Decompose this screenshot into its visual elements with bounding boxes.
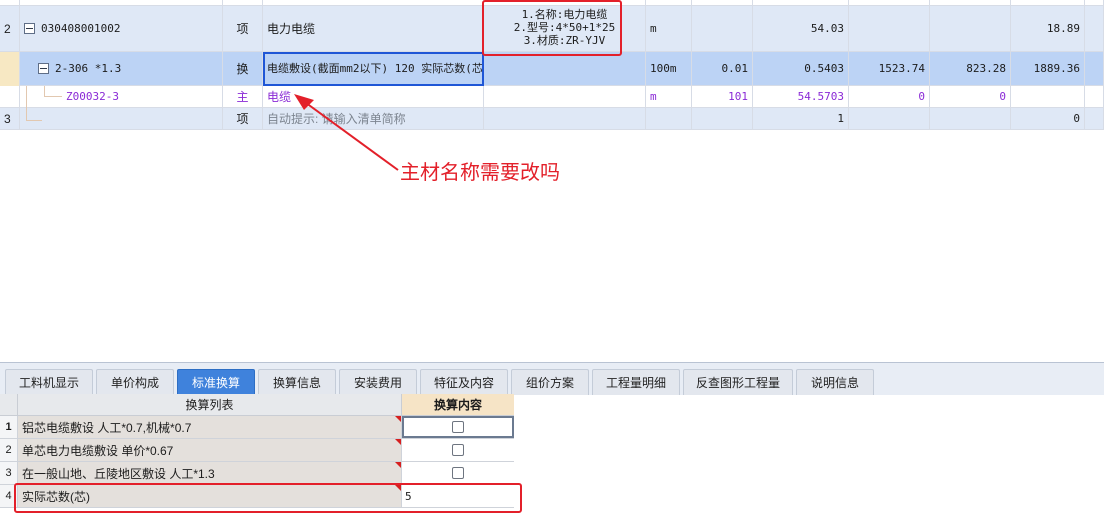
tab-standard-conversion[interactable]: 标准换算: [177, 369, 255, 395]
tree-line: [26, 120, 42, 121]
price2-cell[interactable]: [930, 6, 1011, 51]
tree-line: [26, 86, 27, 120]
row-number: 3: [0, 462, 18, 484]
total-cell[interactable]: 18.89: [1011, 6, 1085, 51]
row-index: 2: [0, 6, 20, 51]
active-cell-outline: [263, 52, 484, 86]
highlight-box-features: [482, 0, 622, 56]
name-cell[interactable]: 电力电缆: [263, 6, 484, 51]
price2-cell[interactable]: [930, 108, 1011, 129]
conversion-name: 单芯电力电缆敷设 单价*0.67: [18, 439, 402, 461]
qty2-cell[interactable]: 0.5403: [753, 52, 849, 85]
total-cell[interactable]: [1011, 86, 1085, 107]
conversion-name: 铝芯电缆敷设 人工*0.7,机械*0.7: [18, 416, 402, 438]
unit-cell[interactable]: m: [646, 6, 692, 51]
total-cell[interactable]: 1889.36: [1011, 52, 1085, 85]
header-conversion-list: 换算列表: [18, 394, 402, 415]
qty2-cell[interactable]: 54.03: [753, 6, 849, 51]
type-cell[interactable]: 项: [223, 108, 263, 129]
row-index: 3: [0, 108, 20, 129]
code-cell[interactable]: [20, 108, 223, 129]
conversion-checkbox[interactable]: [452, 467, 464, 479]
features-cell[interactable]: [484, 52, 646, 85]
qty2-cell[interactable]: 54.5703: [753, 86, 849, 107]
item-code: Z00032-3: [66, 90, 119, 103]
annotation-arrow-icon: [294, 94, 399, 171]
table-row[interactable]: Z00032-3 主 电缆 m 101 54.5703 0 0: [0, 86, 1104, 108]
features-cell[interactable]: [484, 108, 646, 129]
tree-line: [44, 86, 45, 96]
row-marker: [0, 52, 20, 86]
item-code: 030408001002: [41, 22, 121, 35]
conversion-value[interactable]: [402, 439, 514, 461]
collapse-icon[interactable]: [24, 23, 35, 34]
qty2-cell[interactable]: 1: [753, 108, 849, 129]
qty1-cell[interactable]: 101: [692, 86, 753, 107]
annotation-text: 主材名称需要改吗: [400, 160, 560, 184]
row-number: 1: [0, 416, 18, 438]
price2-cell[interactable]: 0: [930, 86, 1011, 107]
item-code: 2-306 *1.3: [55, 62, 122, 75]
conversion-value[interactable]: [402, 462, 514, 484]
type-cell[interactable]: 项: [223, 6, 263, 51]
collapse-icon[interactable]: [38, 63, 49, 74]
conversion-name: 在一般山地、丘陵地区敷设 人工*1.3: [18, 462, 402, 484]
tab-quantity-detail[interactable]: 工程量明细: [592, 369, 680, 395]
price1-cell[interactable]: [849, 6, 930, 51]
tab-install-fee[interactable]: 安装费用: [339, 369, 417, 395]
tab-pricing-plan[interactable]: 组价方案: [511, 369, 589, 395]
features-cell[interactable]: [484, 86, 646, 107]
conversion-checkbox[interactable]: [452, 421, 464, 433]
conversion-header: 换算列表 换算内容: [0, 394, 514, 416]
price1-cell[interactable]: 0: [849, 86, 930, 107]
price2-cell[interactable]: 823.28: [930, 52, 1011, 85]
type-cell[interactable]: 主: [223, 86, 263, 107]
qty1-cell[interactable]: 0.01: [692, 52, 753, 85]
table-row[interactable]: 3 项 自动提示: 请输入清单简称 1 0: [0, 108, 1104, 130]
conversion-checkbox[interactable]: [452, 444, 464, 456]
type-cell[interactable]: 换: [223, 52, 263, 85]
conversion-row[interactable]: 3 在一般山地、丘陵地区敷设 人工*1.3: [0, 462, 514, 485]
row-number: 2: [0, 439, 18, 461]
table-row-selected[interactable]: 2-306 *1.3 换 电缆敷设(截面mm2以下) 120 实际芯数(芯):5…: [0, 52, 1104, 86]
unit-cell[interactable]: [646, 108, 692, 129]
highlight-box-core-count: [14, 483, 522, 513]
tab-description[interactable]: 说明信息: [796, 369, 874, 395]
tab-reverse-lookup[interactable]: 反查图形工程量: [683, 369, 793, 395]
tab-unit-price[interactable]: 单价构成: [96, 369, 174, 395]
qty1-cell[interactable]: [692, 108, 753, 129]
conversion-row[interactable]: 2 单芯电力电缆敷设 单价*0.67: [0, 439, 514, 462]
price1-cell[interactable]: 1523.74: [849, 52, 930, 85]
tab-labor-material[interactable]: 工料机显示: [5, 369, 93, 395]
total-cell[interactable]: 0: [1011, 108, 1085, 129]
unit-cell[interactable]: 100m: [646, 52, 692, 85]
tree-line: [44, 96, 62, 97]
header-conversion-content: 换算内容: [402, 394, 514, 415]
conversion-value[interactable]: [402, 416, 514, 438]
unit-cell[interactable]: m: [646, 86, 692, 107]
code-cell[interactable]: 030408001002: [20, 6, 223, 51]
tab-features[interactable]: 特征及内容: [420, 369, 508, 395]
detail-tab-bar: 工料机显示 单价构成 标准换算 换算信息 安装费用 特征及内容 组价方案 工程量…: [0, 362, 1104, 395]
price1-cell[interactable]: [849, 108, 930, 129]
tab-conversion-info[interactable]: 换算信息: [258, 369, 336, 395]
code-cell[interactable]: 2-306 *1.3: [20, 52, 223, 85]
conversion-row[interactable]: 1 铝芯电缆敷设 人工*0.7,机械*0.7: [0, 416, 514, 439]
qty1-cell[interactable]: [692, 6, 753, 51]
